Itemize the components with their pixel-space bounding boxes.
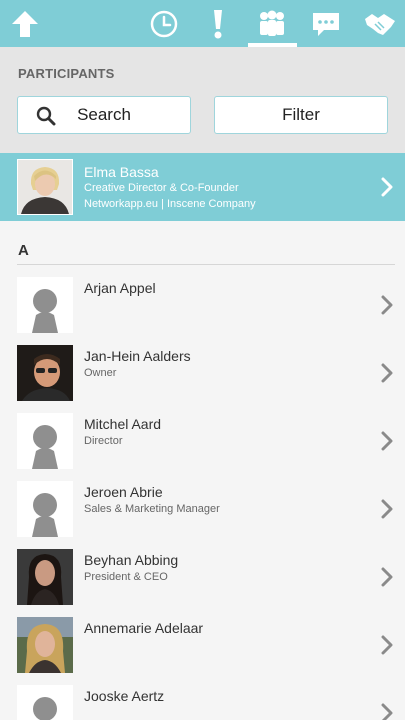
- avatar-placeholder-icon: [17, 413, 73, 469]
- chevron-right-icon: [381, 635, 393, 660]
- list-item[interactable]: Beyhan Abbing President & CEO: [0, 549, 405, 617]
- clock-icon[interactable]: [147, 0, 181, 47]
- featured-title: Creative Director & Co-Founder: [84, 182, 239, 194]
- participant-name: Beyhan Abbing: [84, 552, 179, 568]
- list-item[interactable]: Jooske Aertz: [0, 685, 405, 720]
- chat-icon[interactable]: [308, 0, 344, 47]
- participant-role: Sales & Marketing Manager: [84, 503, 220, 515]
- participant-name: Jan-Hein Aalders: [84, 348, 191, 364]
- participant-name: Arjan Appel: [84, 280, 156, 296]
- list-item[interactable]: Arjan Appel: [0, 277, 405, 345]
- featured-name: Elma Bassa: [84, 164, 159, 180]
- alert-icon[interactable]: [203, 0, 233, 47]
- search-button[interactable]: Search: [17, 96, 191, 134]
- section-title: PARTICIPANTS: [18, 66, 115, 81]
- list-item[interactable]: Mitchel Aard Director: [0, 413, 405, 481]
- avatar: [17, 549, 73, 605]
- filter-button[interactable]: Filter: [214, 96, 388, 134]
- top-nav-bar: [0, 0, 405, 47]
- featured-participant[interactable]: Elma Bassa Creative Director & Co-Founde…: [0, 153, 405, 221]
- chevron-right-icon: [381, 703, 393, 720]
- filter-button-label: Filter: [282, 105, 320, 124]
- participant-role: President & CEO: [84, 571, 168, 583]
- list-item[interactable]: Jeroen Abrie Sales & Marketing Manager: [0, 481, 405, 549]
- handshake-icon[interactable]: [362, 0, 398, 47]
- avatar: [17, 617, 73, 673]
- participant-name: Mitchel Aard: [84, 416, 162, 432]
- chevron-right-icon: [381, 431, 393, 456]
- search-button-label: Search: [77, 105, 131, 124]
- chevron-right-icon: [381, 567, 393, 592]
- featured-company: Networkapp.eu | Inscene Company: [84, 198, 256, 210]
- letter-header: A: [18, 242, 29, 259]
- avatar-placeholder-icon: [17, 685, 73, 720]
- home-up-icon[interactable]: [8, 0, 42, 47]
- list-item[interactable]: Jan-Hein Aalders Owner: [0, 345, 405, 413]
- avatar: [17, 345, 73, 401]
- participant-name: Annemarie Adelaar: [84, 620, 204, 636]
- avatar: [17, 159, 73, 215]
- chevron-right-icon: [381, 177, 393, 202]
- participant-role: Owner: [84, 367, 117, 379]
- list-item[interactable]: Annemarie Adelaar: [0, 617, 405, 685]
- divider: [17, 264, 395, 265]
- avatar-placeholder-icon: [17, 481, 73, 537]
- participant-role: Director: [84, 435, 123, 447]
- avatar-placeholder-icon: [17, 277, 73, 333]
- search-icon: [36, 106, 56, 131]
- participant-name: Jeroen Abrie: [84, 484, 163, 500]
- chevron-right-icon: [381, 363, 393, 388]
- participant-name: Jooske Aertz: [84, 688, 165, 704]
- participants-icon[interactable]: [254, 0, 290, 47]
- chevron-right-icon: [381, 295, 393, 320]
- chevron-right-icon: [381, 499, 393, 524]
